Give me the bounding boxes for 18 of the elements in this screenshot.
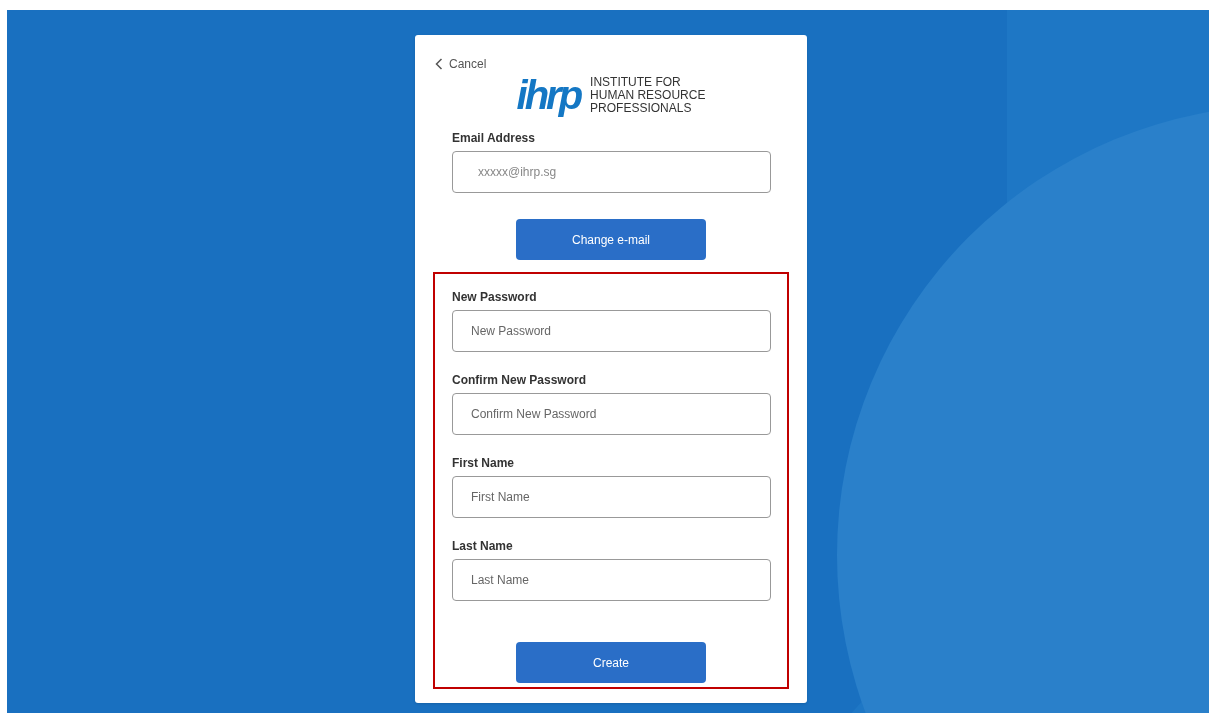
field-label: New Password [452, 289, 538, 304]
field-label: Confirm New Password [452, 372, 588, 387]
cancel-link[interactable]: Cancel [435, 55, 487, 73]
text-field[interactable]: New Password [452, 310, 771, 352]
field-label: Email Address [452, 130, 536, 145]
text-field[interactable]: Last Name [452, 559, 771, 601]
create-button[interactable]: Create [516, 642, 706, 683]
email-field[interactable]: xxxxx@ihrp.sg [452, 151, 771, 193]
field-label: First Name [452, 455, 516, 470]
logo-text: HUMAN RESOURCE [590, 88, 706, 102]
text-field[interactable]: First Name [452, 476, 771, 518]
logo-text: PROFESSIONALS [590, 101, 693, 115]
field-label: Last Name [452, 538, 514, 553]
logo-mark: ihrp [516, 75, 581, 115]
text-field[interactable]: Confirm New Password [452, 393, 771, 435]
logo-text: INSTITUTE FOR [590, 75, 682, 89]
back-chevron-icon [435, 58, 443, 70]
change-email-button[interactable]: Change e-mail [516, 219, 706, 260]
